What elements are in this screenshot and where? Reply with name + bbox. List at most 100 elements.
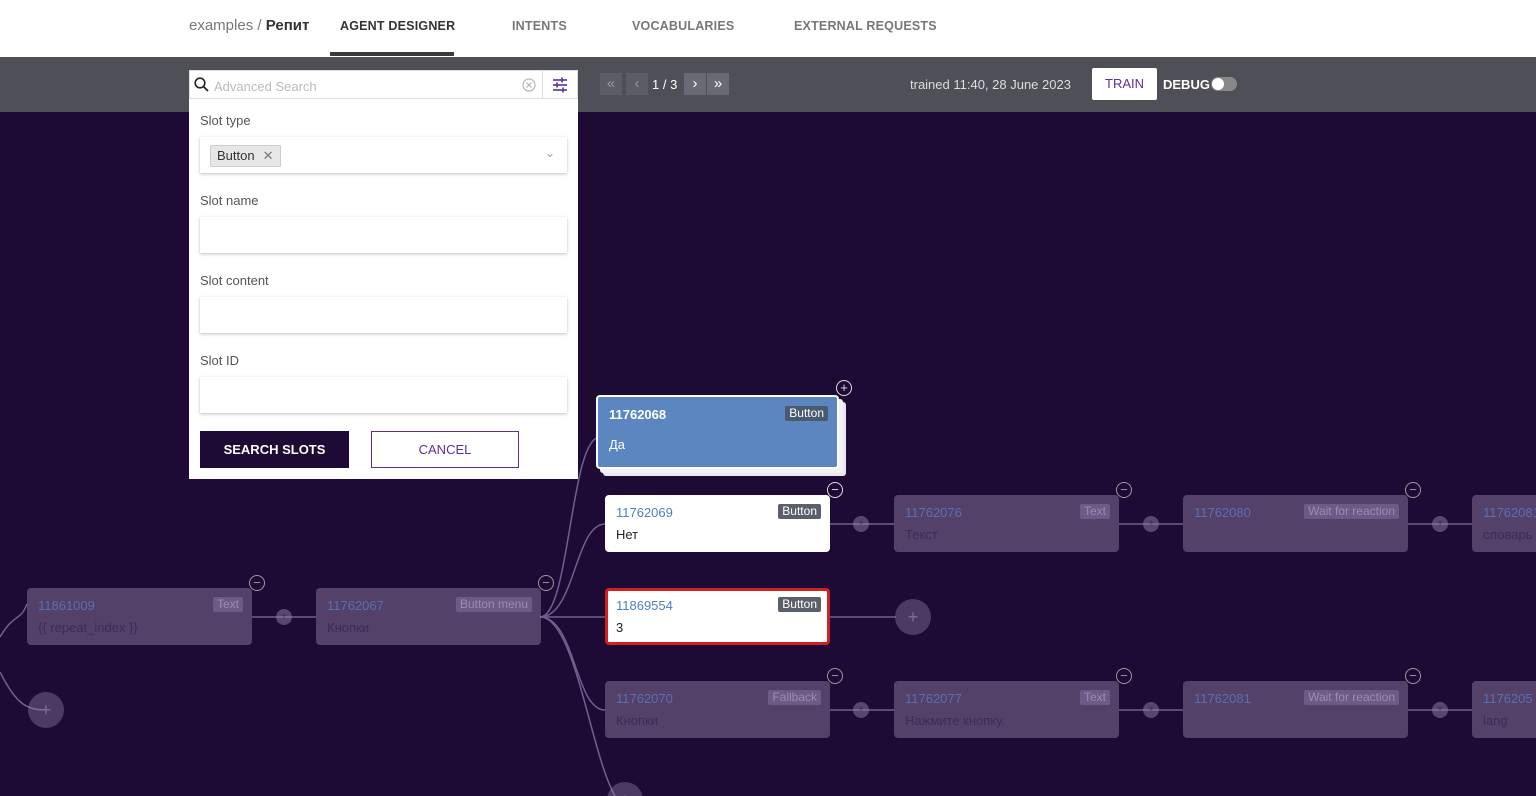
expand-icon[interactable]: + <box>836 380 852 396</box>
search-icon <box>194 77 209 92</box>
remove-chip-icon[interactable]: ✕ <box>263 148 274 163</box>
flow-node[interactable]: 11762080 Wait for reaction <box>1183 495 1408 552</box>
chevron-down-icon[interactable]: ⌄ <box>545 146 555 160</box>
node-type-badge: Wait for reaction <box>1304 690 1399 705</box>
flow-node[interactable]: 11861009 Text {{ repeat_index }} <box>27 588 252 645</box>
flow-node[interactable]: 11762076 Text Текст <box>894 495 1119 552</box>
clear-search-icon[interactable] <box>522 78 536 92</box>
collapse-icon[interactable]: − <box>1116 482 1132 498</box>
node-id: 11762070 <box>616 691 673 706</box>
cancel-button[interactable]: CANCEL <box>371 431 519 468</box>
page-indicator: 1 / 3 <box>652 77 678 92</box>
node-id: 11762081 <box>1483 505 1536 520</box>
active-tab-indicator <box>330 52 454 56</box>
tab-vocabularies[interactable]: VOCABULARIES <box>632 19 734 33</box>
collapse-icon[interactable]: − <box>827 482 843 498</box>
first-page-button[interactable]: « <box>600 73 622 95</box>
node-type-badge: Button <box>785 406 828 421</box>
node-type-badge: Text <box>1079 504 1110 519</box>
node-type-badge: Button <box>778 597 821 612</box>
breadcrumb-project[interactable]: examples / <box>189 17 262 34</box>
train-button[interactable]: TRAIN <box>1092 68 1157 100</box>
node-text: словарь <box>1483 527 1533 542</box>
collapse-icon[interactable]: − <box>538 575 554 591</box>
advanced-search-panel: Slot type Button ✕ ⌄ Slot name Slot conte… <box>189 99 578 479</box>
collapse-icon[interactable]: − <box>827 668 843 684</box>
node-text: Да <box>609 437 626 452</box>
flow-node[interactable]: 11762067 Button menu Кнопки <box>316 588 541 645</box>
collapse-icon[interactable]: − <box>1405 668 1421 684</box>
node-id: 11762081 <box>1194 691 1251 706</box>
node-id: 11869554 <box>616 598 673 613</box>
node-text: {{ repeat_index }} <box>38 620 138 635</box>
toggle-knob <box>1212 78 1224 90</box>
trained-status: trained 11:40, 28 June 2023 <box>910 77 1071 92</box>
collapse-icon[interactable]: − <box>249 575 265 591</box>
node-text: Текст <box>905 527 938 542</box>
node-text: lang <box>1483 713 1508 728</box>
flow-node[interactable]: 11762081 Wait for reaction <box>1183 681 1408 738</box>
search-slots-button[interactable]: SEARCH SLOTS <box>200 431 349 468</box>
slot-content-label: Slot content <box>200 273 269 288</box>
node-text: Кнопки <box>616 713 658 728</box>
slot-id-input[interactable] <box>200 377 567 413</box>
tab-agent-designer[interactable]: AGENT DESIGNER <box>340 19 455 33</box>
slot-name-input[interactable] <box>200 217 567 253</box>
node-text: Кнопки <box>327 620 369 635</box>
breadcrumb-agent: Репит <box>265 17 310 34</box>
slot-content-input[interactable] <box>200 297 567 333</box>
node-type-badge: Fallback <box>768 690 821 705</box>
slot-type-label: Slot type <box>200 113 251 128</box>
filter-settings-icon[interactable] <box>552 77 568 93</box>
node-id: 11762068 <box>609 407 667 422</box>
flow-node[interactable]: 11762069 Button Нет <box>605 495 830 552</box>
node-type-badge: Text <box>212 597 243 612</box>
node-id: 11762069 <box>616 505 673 520</box>
tab-intents[interactable]: INTENTS <box>512 19 567 33</box>
debug-label: DEBUG <box>1163 77 1210 92</box>
advanced-search-input[interactable] <box>212 76 506 96</box>
chip-label: Button <box>217 148 255 163</box>
add-connection-icon[interactable]: + <box>1143 702 1159 718</box>
slot-id-label: Slot ID <box>200 353 240 368</box>
collapse-icon[interactable]: − <box>1116 668 1132 684</box>
node-type-badge: Text <box>1079 690 1110 705</box>
collapse-icon[interactable]: − <box>1405 482 1421 498</box>
add-node-icon[interactable]: + <box>28 692 64 728</box>
add-connection-icon[interactable]: + <box>1432 516 1448 532</box>
add-connection-icon[interactable]: + <box>853 702 869 718</box>
node-text: Нет <box>616 527 639 542</box>
prev-page-button[interactable]: ‹ <box>626 73 648 95</box>
slot-type-select[interactable]: Button ✕ ⌄ <box>200 137 567 173</box>
flow-node[interactable]: 11762077 Text Нажмите кнопку. <box>894 681 1119 738</box>
node-text: 3 <box>616 620 624 635</box>
flow-node-selected[interactable]: 11762068 Button Да <box>596 395 839 469</box>
slot-type-chip: Button ✕ <box>210 145 281 167</box>
divider <box>542 71 543 98</box>
top-navigation-bar: examples / Репит AGENT DESIGNER INTENTS … <box>0 0 1536 57</box>
node-type-badge: Wait for reaction <box>1304 504 1399 519</box>
add-connection-icon[interactable]: + <box>1432 702 1448 718</box>
next-page-button[interactable]: › <box>684 73 706 95</box>
flow-node[interactable]: 1176205 lang <box>1472 681 1536 738</box>
slot-name-label: Slot name <box>200 193 259 208</box>
add-connection-icon[interactable]: + <box>853 516 869 532</box>
flow-node[interactable]: 11762081 словарь <box>1472 495 1536 552</box>
advanced-search-box <box>189 70 578 99</box>
node-type-badge: Button <box>778 504 821 519</box>
node-id: 11762067 <box>327 598 384 613</box>
node-type-badge: Button menu <box>455 597 532 612</box>
add-node-icon[interactable]: + <box>895 599 931 635</box>
node-id: 11762080 <box>1194 505 1251 520</box>
add-connection-icon[interactable]: + <box>1143 516 1159 532</box>
node-id: 11762077 <box>905 691 962 706</box>
last-page-button[interactable]: » <box>707 73 729 95</box>
add-connection-icon[interactable]: + <box>276 609 292 625</box>
node-text: Нажмите кнопку. <box>905 713 1005 728</box>
flow-node-highlighted[interactable]: 11869554 Button 3 <box>605 588 830 645</box>
tab-external-requests[interactable]: EXTERNAL REQUESTS <box>794 19 937 33</box>
flow-node[interactable]: 11762070 Fallback Кнопки <box>605 681 830 738</box>
node-id: 11861009 <box>38 598 95 613</box>
debug-toggle[interactable] <box>1211 77 1237 91</box>
breadcrumb: examples / Репит <box>189 17 309 34</box>
